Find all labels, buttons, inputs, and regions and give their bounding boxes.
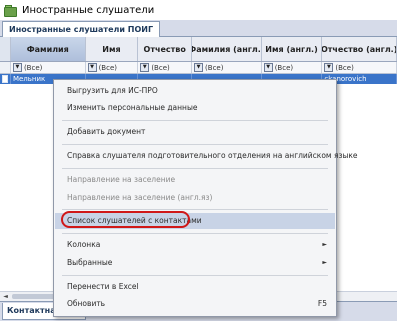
menu-item-label: Перенести в Excel [67,282,139,291]
menu-separator [62,209,328,210]
filter-dropdown-icon[interactable]: ▼ [194,63,204,72]
filter-name-en-value: (Все) [274,63,294,72]
submenu-arrow-icon: ► [322,259,327,266]
filter-patronymic[interactable]: ▼ (Все) [138,62,193,73]
column-header-name[interactable]: Имя [86,37,139,61]
menu-separator [62,144,328,145]
context-menu: Выгрузить для ИС-ПРО Изменить персональн… [53,79,358,317]
menu-item-refresh[interactable]: Обновить F5 [55,296,335,312]
filter-name[interactable]: ▼ (Все) [86,62,139,73]
filter-surname-value: (Все) [23,63,43,72]
menu-item-selected[interactable]: Выбранные ► [55,255,335,271]
filter-surname-en-value: (Все) [205,63,224,72]
menu-item-export-ispro[interactable]: Выгрузить для ИС-ПРО [55,83,335,99]
menu-item-label: Направление на заселение [67,175,176,184]
menu-item-label: Добавить документ [67,127,146,136]
menu-item-english-certificate[interactable]: Справка слушателя подготовительного отде… [55,148,358,164]
window-title: Иностранные слушатели [22,4,155,16]
menu-item-students-contacts-list[interactable]: Список слушателей с контактами [55,211,335,229]
filter-surname-en[interactable]: ▼ (Все) [192,62,262,73]
column-header-name-en[interactable]: Имя (англ.) [262,37,323,61]
menu-item-edit-personal-data[interactable]: Изменить персональные данные [55,100,335,116]
menu-separator [62,168,328,169]
column-header-patronymic-en[interactable]: Отчество (англ.) [322,37,397,61]
filter-dropdown-icon[interactable]: ▼ [12,63,22,72]
menu-separator [62,120,328,121]
menu-item-add-document[interactable]: Добавить документ [55,124,335,140]
menu-separator [62,275,328,276]
filter-name-en[interactable]: ▼ (Все) [262,62,323,73]
menu-item-shortcut: F5 [317,299,327,308]
row-checkbox-cell[interactable] [0,74,11,84]
row-selector-header[interactable] [0,37,11,61]
filter-patronymic-en[interactable]: ▼ (Все) [322,62,397,73]
menu-item-label: Выбранные [67,258,113,267]
filter-patronymic-en-value: (Все) [335,63,354,72]
menu-separator [62,233,328,234]
filter-dropdown-icon[interactable]: ▼ [140,63,150,72]
menu-item-accommodation-referral-en[interactable]: Направление на заселение (англ.яз) [55,190,335,206]
column-header-patronymic[interactable]: Отчество [138,37,193,61]
menu-item-label: Колонка [67,240,101,249]
highlight-annotation [61,211,190,228]
folder-icon [4,4,17,17]
scroll-left-icon[interactable]: ◄ [2,293,9,300]
filter-patronymic-value: (Все) [151,63,170,72]
column-header-surname-en[interactable]: Фамилия (англ.) [192,37,262,61]
menu-item-label: Изменить персональные данные [67,103,198,112]
menu-item-export-excel[interactable]: Перенести в Excel [55,279,335,295]
tab-strip: Иностранные слушатели ПОИГ [0,20,397,37]
menu-item-accommodation-referral[interactable]: Направление на заселение [55,172,335,188]
menu-item-label: Обновить [67,299,106,308]
menu-item-label: Выгрузить для ИС-ПРО [67,86,158,95]
filter-dropdown-icon[interactable]: ▼ [324,63,334,72]
menu-item-label: Справка слушателя подготовительного отде… [67,151,358,160]
filter-name-value: (Все) [98,63,117,72]
tab-foreign-students[interactable]: Иностранные слушатели ПОИГ [2,21,161,37]
row-checkbox[interactable] [2,75,8,83]
filter-dropdown-icon[interactable]: ▼ [87,63,97,72]
filter-row: ▼ (Все) ▼ (Все) ▼ (Все) ▼ (Все) ▼ (Все) ▼ (Все… [0,62,397,74]
filter-surname[interactable]: ▼ (Все) [11,62,86,73]
column-header-surname[interactable]: Фамилия [10,37,86,61]
filter-dropdown-icon[interactable]: ▼ [263,63,273,72]
grid-header: Фамилия Имя Отчество Фамилия (англ.) Имя… [0,37,397,62]
title-bar: Иностранные слушатели [0,0,397,20]
submenu-arrow-icon: ► [322,241,327,248]
filter-row-selector [0,62,11,73]
menu-item-column[interactable]: Колонка ► [55,237,335,253]
menu-item-label: Направление на заселение (англ.яз) [67,193,213,202]
